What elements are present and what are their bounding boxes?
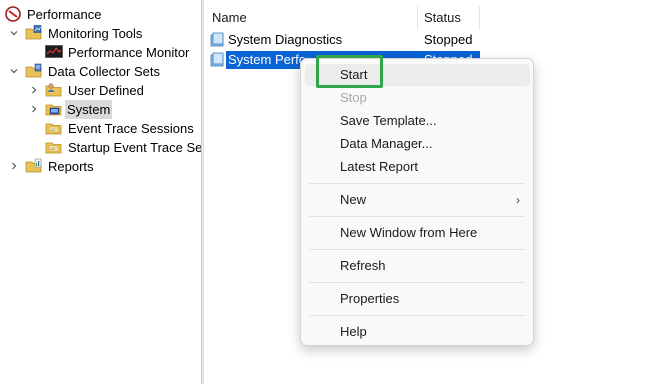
chevron-right-icon[interactable]: [28, 84, 40, 96]
tree-item-user-defined[interactable]: User Defined: [0, 81, 200, 100]
chevron-down-icon[interactable]: [8, 27, 20, 39]
menu-separator: [309, 249, 525, 250]
tree-item-performance[interactable]: Performance: [0, 5, 200, 24]
menu-item-data-manager[interactable]: Data Manager...: [305, 133, 530, 155]
column-header-name[interactable]: Name: [212, 6, 247, 30]
chevron-right-icon[interactable]: [8, 160, 20, 172]
folder-tools-icon: [25, 25, 42, 41]
menu-separator: [309, 282, 525, 283]
folder-collector-icon: [25, 63, 42, 79]
menu-item-latest-report[interactable]: Latest Report: [305, 156, 530, 178]
tree-label-monitoring-tools: Monitoring Tools: [48, 26, 143, 41]
tree-label-user-defined: User Defined: [68, 83, 144, 98]
navigation-tree: Performance Monitoring Tools Performance…: [0, 0, 201, 384]
tree-label-performance: Performance: [27, 7, 102, 22]
tree-label-reports: Reports: [48, 159, 94, 174]
chevron-down-icon[interactable]: [8, 65, 20, 77]
menu-item-refresh[interactable]: Refresh: [305, 255, 530, 277]
tree-item-event-trace-sessions[interactable]: Event Trace Sessions: [0, 119, 200, 138]
column-divider[interactable]: [417, 6, 418, 30]
list-row-system-performance[interactable]: System Perfo: [209, 51, 308, 69]
folder-reports-icon: [25, 158, 42, 174]
tree-item-reports[interactable]: Reports: [0, 157, 200, 176]
menu-separator: [309, 216, 525, 217]
chevron-right-icon[interactable]: [28, 103, 40, 115]
menu-item-new[interactable]: New ›: [305, 189, 530, 211]
start-highlight-annotation: [316, 55, 383, 88]
tree-item-system[interactable]: System: [0, 100, 200, 119]
row-name: System Diagnostics: [228, 32, 343, 47]
menu-item-stop: Stop: [340, 90, 367, 105]
chevron-right-icon: ›: [516, 193, 520, 207]
row-status: Stopped: [424, 32, 473, 47]
folder-trace-icon: [45, 139, 62, 155]
menu-item-properties[interactable]: Properties: [305, 288, 530, 310]
tree-item-data-collector-sets[interactable]: Data Collector Sets: [0, 62, 200, 81]
tree-item-performance-monitor[interactable]: Performance Monitor: [0, 43, 200, 62]
menu-item-help[interactable]: Help: [305, 321, 530, 343]
monitor-chart-icon: [45, 44, 63, 60]
collector-set-icon: [209, 52, 225, 68]
tree-label-system: System: [65, 100, 113, 119]
tree-label-startup-event-trace-sessions: Startup Event Trace Sess: [68, 140, 201, 155]
tree-label-event-trace-sessions: Event Trace Sessions: [68, 121, 194, 136]
context-menu: Start Stop Save Template... Data Manager…: [300, 58, 534, 346]
tree-label-performance-monitor: Performance Monitor: [68, 45, 190, 60]
folder-trace-icon: [45, 120, 62, 136]
menu-separator: [309, 183, 525, 184]
folder-system-icon: [45, 101, 62, 117]
tree-item-startup-event-trace-sessions[interactable]: Startup Event Trace Sess: [0, 138, 201, 157]
row-name: System Perfo: [227, 51, 308, 69]
performance-gauge-icon: [5, 6, 21, 22]
folder-user-icon: [45, 82, 62, 98]
menu-item-save-template[interactable]: Save Template...: [305, 110, 530, 132]
menu-item-new-label: New: [340, 192, 367, 207]
column-header-status[interactable]: Status: [424, 6, 461, 30]
menu-item-new-window-from-here[interactable]: New Window from Here: [305, 222, 530, 244]
collector-set-icon: [209, 32, 225, 48]
column-divider[interactable]: [479, 6, 480, 30]
tree-item-monitoring-tools[interactable]: Monitoring Tools: [0, 24, 200, 43]
list-row-system-diagnostics[interactable]: System Diagnostics: [209, 31, 343, 49]
menu-separator: [309, 315, 525, 316]
tree-label-data-collector-sets: Data Collector Sets: [48, 64, 160, 79]
